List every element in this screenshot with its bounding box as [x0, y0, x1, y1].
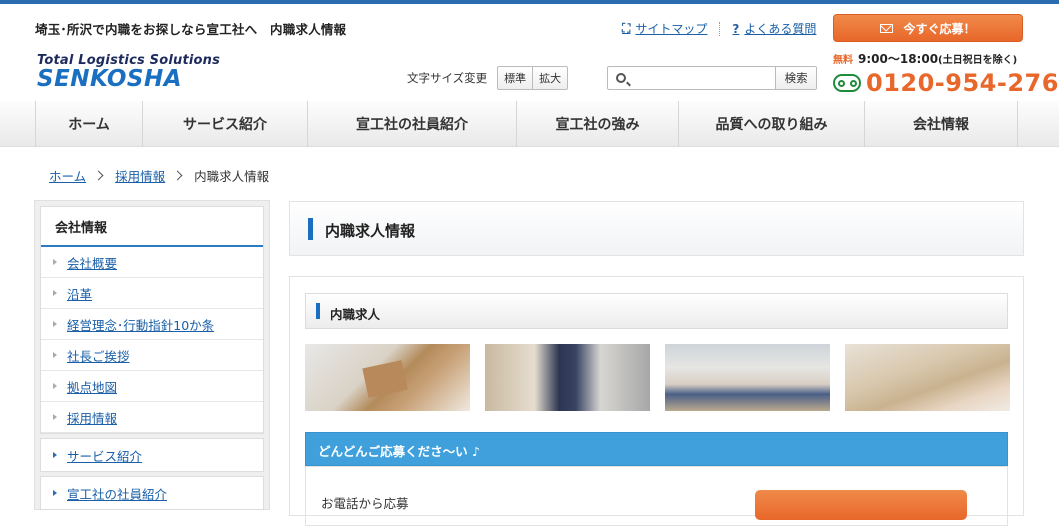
- sidebar-item-history[interactable]: 沿革: [41, 278, 263, 309]
- bullet-icon: [53, 383, 57, 389]
- bullet-icon: [53, 414, 57, 420]
- breadcrumb-current: 内職求人情報: [194, 169, 270, 184]
- photo-workroom: [665, 344, 830, 411]
- section-heading-box: 内職求人: [305, 293, 1008, 329]
- top-accent-bar: [0, 0, 1059, 4]
- font-size-large-button[interactable]: 拡大: [532, 67, 567, 89]
- sidebar-item-map[interactable]: 拠点地図: [41, 371, 263, 402]
- question-icon: ?: [732, 21, 740, 36]
- site-logo[interactable]: Total Logistics Solutions SENKOSHA: [37, 53, 220, 92]
- business-hours: 無料 9:00〜18:00 (土日祝日を除く): [833, 50, 1059, 67]
- photo-worker-desk: [485, 344, 650, 411]
- logo-wordmark: SENKOSHA: [37, 66, 183, 92]
- nav-item-strengths[interactable]: 宣工社の強み: [516, 101, 678, 147]
- phone-number: 0120-954-276: [866, 69, 1059, 97]
- free-dial-icon: [833, 74, 861, 92]
- site-tagline: 埼玉･所沢で内職をお探しなら宣工社へ 内職求人情報: [35, 22, 347, 37]
- section-accent-bar: [316, 303, 320, 319]
- photo-packing-box: [305, 344, 470, 411]
- sidebar: 会社情報 会社概要 沿革 経営理念･行動指針10か条 社長ご挨拶 拠点地図 採用…: [34, 200, 270, 510]
- apply-now-button[interactable]: 今すぐ応募！: [833, 14, 1023, 42]
- main-content: 内職求人 どんどんご応募くださ〜い ♪ お電話から応募: [289, 276, 1024, 526]
- hours-text: 9:00〜18:00: [858, 52, 939, 66]
- apply-now-label: 今すぐ応募！: [903, 21, 976, 36]
- font-size-control: 文字サイズ変更 標準 拡大: [407, 66, 569, 90]
- sidebar-item-philosophy[interactable]: 経営理念･行動指針10か条: [41, 309, 263, 340]
- sidebar-item-label[interactable]: 会社概要: [67, 253, 117, 272]
- bullet-icon: [53, 452, 57, 458]
- nav-item-services[interactable]: サービス紹介: [142, 101, 307, 147]
- sidebar-category-services[interactable]: サービス紹介: [40, 438, 264, 472]
- breadcrumb-recruit[interactable]: 採用情報: [115, 166, 165, 185]
- apply-phone-label: お電話から応募: [321, 496, 409, 511]
- chevron-right-icon: [93, 170, 104, 181]
- nav-item-home[interactable]: ホーム: [35, 101, 142, 147]
- global-navigation: ホーム サービス紹介 宣工社の社員紹介 宣工社の強み 品質への取り組み 会社情報: [0, 101, 1059, 147]
- bullet-icon: [53, 490, 57, 496]
- font-size-buttons: 標準 拡大: [497, 66, 569, 90]
- breadcrumb-home[interactable]: ホーム: [49, 166, 86, 185]
- apply-section-heading: どんどんご応募くださ〜い ♪: [305, 432, 1008, 466]
- sitemap-link[interactable]: ⛶ サイトマップ: [622, 20, 707, 37]
- sidebar-item-label[interactable]: 採用情報: [67, 408, 117, 427]
- bullet-icon: [53, 290, 57, 296]
- sidebar-item-label[interactable]: 拠点地図: [67, 377, 117, 396]
- contact-info: 無料 9:00〜18:00 (土日祝日を除く) 0120-954-276: [833, 50, 1059, 97]
- apply-phone-row: お電話から応募: [305, 466, 1008, 526]
- faq-link[interactable]: ? よくある質問: [732, 20, 816, 37]
- sidebar-item-label[interactable]: 社長ご挨拶: [67, 346, 130, 365]
- sidebar-category-label[interactable]: サービス紹介: [67, 446, 142, 465]
- search-icon: [608, 67, 633, 89]
- sitemap-link-label: サイトマップ: [635, 22, 708, 36]
- font-size-standard-button[interactable]: 標準: [498, 67, 532, 89]
- section-title: 内職求人: [330, 307, 381, 322]
- sidebar-company-menu: 会社情報 会社概要 沿革 経営理念･行動指針10か条 社長ご挨拶 拠点地図 採用…: [40, 206, 264, 434]
- font-size-label: 文字サイズ変更: [407, 71, 488, 85]
- mail-icon: [880, 23, 894, 33]
- sitemap-icon: ⛶: [622, 21, 631, 35]
- sidebar-item-recruit[interactable]: 採用情報: [41, 402, 263, 433]
- hours-note: (土日祝日を除く): [938, 55, 1018, 66]
- toll-free-badge: 無料: [833, 55, 853, 66]
- sidebar-item-label[interactable]: 経営理念･行動指針10か条: [67, 315, 214, 334]
- photo-conveyor: [845, 344, 1010, 411]
- link-divider: [719, 21, 721, 36]
- page-title: 内職求人情報: [325, 222, 416, 240]
- chevron-right-icon: [172, 170, 183, 181]
- nav-item-company[interactable]: 会社情報: [864, 101, 1018, 147]
- breadcrumb: ホーム 採用情報 内職求人情報: [49, 166, 269, 185]
- photo-gallery: [305, 344, 1010, 411]
- page-title-box: 内職求人情報: [289, 201, 1024, 256]
- header-utility-links: ⛶ サイトマップ ? よくある質問: [622, 20, 816, 37]
- sidebar-item-label[interactable]: 沿革: [67, 284, 92, 303]
- sidebar-item-overview[interactable]: 会社概要: [41, 247, 263, 278]
- sidebar-item-greeting[interactable]: 社長ご挨拶: [41, 340, 263, 371]
- phone-number-row[interactable]: 0120-954-276: [833, 69, 1059, 97]
- nav-item-quality[interactable]: 品質への取り組み: [678, 101, 864, 147]
- apply-section-title: どんどんご応募くださ〜い ♪: [318, 444, 480, 459]
- search-button[interactable]: 検索: [775, 67, 816, 89]
- nav-item-staff[interactable]: 宣工社の社員紹介: [307, 101, 516, 147]
- bullet-icon: [53, 321, 57, 327]
- bullet-icon: [53, 259, 57, 265]
- sidebar-heading: 会社情報: [41, 207, 263, 247]
- search-input[interactable]: [633, 67, 776, 89]
- bullet-icon: [53, 352, 57, 358]
- apply-phone-button[interactable]: [755, 490, 967, 520]
- sidebar-category-staff[interactable]: 宣工社の社員紹介: [40, 476, 264, 510]
- site-search: 検索: [607, 66, 817, 90]
- title-accent-bar: [308, 218, 313, 240]
- faq-link-label: よくある質問: [744, 22, 817, 36]
